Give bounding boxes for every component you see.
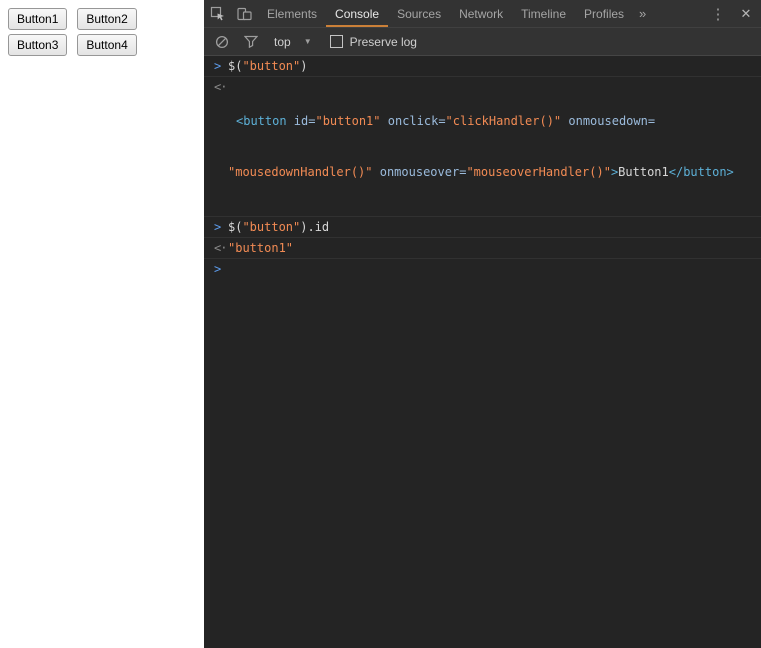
tab-profiles-label: Profiles (584, 6, 625, 21)
tab-sources[interactable]: Sources (388, 0, 450, 27)
clear-console-icon[interactable] (215, 35, 229, 49)
console-command-text: $("button").id (228, 220, 330, 234)
devtools-menu-icon[interactable]: ⋮ (705, 0, 731, 27)
inspect-element-icon[interactable] (204, 0, 231, 27)
console-result-element[interactable]: <· <button id="button1" onclick="clickHa… (204, 77, 761, 217)
console-result-string-text: "button1" (228, 241, 294, 255)
page-button-3[interactable]: Button3 (8, 34, 68, 56)
element-line-2: "mousedownHandler()" onmouseover="mouseo… (228, 165, 734, 179)
page-button-4[interactable]: Button4 (77, 34, 137, 56)
chevron-down-icon: ▼ (303, 37, 312, 46)
console-result-icon: <· (214, 241, 227, 255)
console-prompt-icon: > (214, 262, 222, 276)
execution-context-selector[interactable]: top ▼ (274, 35, 312, 49)
console-command-text: $("button") (228, 59, 308, 73)
console-command: > $("button") (204, 56, 761, 77)
preserve-log-label: Preserve log (349, 34, 417, 49)
devtools-panel: Elements Console Sources Network Timelin… (204, 0, 761, 648)
tab-profiles[interactable]: Profiles (575, 0, 633, 27)
devtools-tabbar: Elements Console Sources Network Timelin… (204, 0, 761, 28)
devtools-close-icon[interactable]: ✕ (731, 0, 761, 27)
page-button-2[interactable]: Button2 (77, 8, 137, 30)
tab-console[interactable]: Console (326, 0, 388, 27)
more-tabs-icon[interactable]: » (633, 0, 652, 27)
button-row-2: Button3 Button4 (8, 34, 196, 56)
tab-elements[interactable]: Elements (258, 0, 326, 27)
execution-context-label: top (274, 34, 291, 49)
console-result-string: <· "button1" (204, 238, 761, 259)
console-result-element-text: <button id="button1" onclick="clickHandl… (228, 79, 755, 215)
console-output: > $("button") <· <button id="button1" on… (204, 56, 761, 279)
tab-sources-label: Sources (397, 6, 442, 21)
tab-timeline[interactable]: Timeline (512, 0, 575, 27)
tab-network[interactable]: Network (450, 0, 512, 27)
console-result-icon: <· (214, 80, 227, 94)
console-prompt-icon: > (214, 59, 222, 73)
tab-timeline-label: Timeline (521, 6, 567, 21)
console-toolbar: top ▼ Preserve log (204, 28, 761, 56)
device-toolbar-icon[interactable] (231, 0, 258, 27)
element-line-1: <button id="button1" onclick="clickHandl… (236, 114, 656, 128)
page-button-1[interactable]: Button1 (8, 8, 68, 30)
tab-network-label: Network (459, 6, 504, 21)
tabbar-spacer (652, 0, 705, 27)
console-command: > $("button").id (204, 217, 761, 238)
tab-elements-label: Elements (267, 6, 318, 21)
tab-console-label: Console (335, 6, 380, 21)
filter-icon[interactable] (244, 35, 258, 48)
console-input[interactable]: > (204, 259, 761, 279)
console-prompt-icon: > (214, 220, 222, 234)
preserve-log-checkbox[interactable] (329, 35, 343, 48)
web-page: Button1 Button2 Button3 Button4 (0, 0, 204, 648)
button-row-1: Button1 Button2 (8, 8, 196, 30)
preserve-log-toggle[interactable]: Preserve log (329, 34, 417, 49)
